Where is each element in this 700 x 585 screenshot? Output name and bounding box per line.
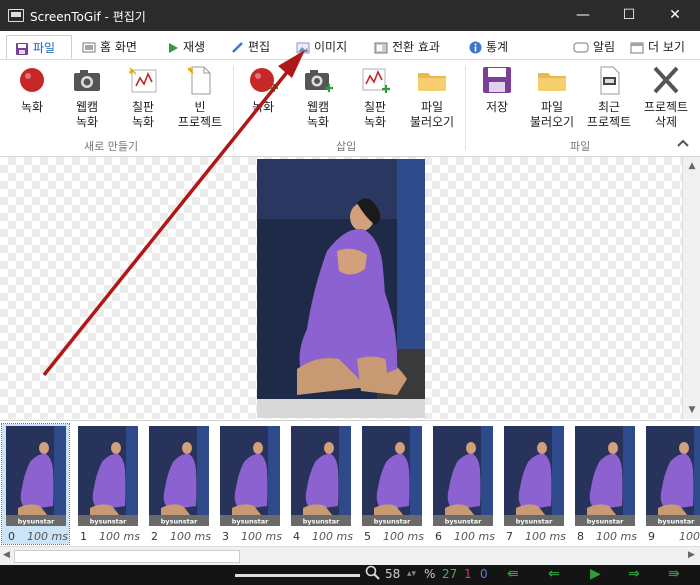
total-frames: 27 xyxy=(442,567,458,581)
frame-thumbnail[interactable]: bysunstar 8 100 ms xyxy=(571,424,638,544)
frame-thumbnail[interactable]: bysunstar9 100 r xyxy=(642,424,700,544)
frame-delay: 100 ms xyxy=(383,530,424,543)
last-frame-icon[interactable]: ⇛ xyxy=(668,566,680,582)
current-frame: 0 xyxy=(480,567,488,581)
watermark-text: bysunstar xyxy=(303,518,340,526)
previous-frame-icon[interactable]: ⇐ xyxy=(548,566,560,582)
frame-thumb-image: bysunstar xyxy=(433,426,493,526)
frame-thumb-image: bysunstar xyxy=(362,426,422,526)
horizontal-scrollbar[interactable]: ◀ ▶ xyxy=(0,546,700,565)
watermark-text: bysunstar xyxy=(161,518,198,526)
frame-thumb-image: bysunstar xyxy=(78,426,138,526)
frame-thumb-image: bysunstar xyxy=(291,426,351,526)
frame-delay: 100 ms xyxy=(596,530,637,543)
frame-number: 6 xyxy=(435,530,442,543)
frame-number: 9 xyxy=(648,530,655,543)
frame-number: 1 xyxy=(80,530,87,543)
frame-delay: 100 r xyxy=(678,530,700,543)
scroll-left-icon[interactable]: ◀ xyxy=(3,550,10,560)
first-frame-icon[interactable]: ⇚ xyxy=(507,566,519,582)
selected-frames: 1 xyxy=(464,567,472,581)
watermark-text: bysunstar xyxy=(374,518,411,526)
scroll-right-icon[interactable]: ▶ xyxy=(688,550,695,560)
frame-delay: 100 ms xyxy=(241,530,282,543)
next-frame-icon[interactable]: ⇒ xyxy=(628,566,640,582)
frame-delay: 100 ms xyxy=(454,530,495,543)
zoom-unit: % xyxy=(424,567,436,581)
frame-number: 5 xyxy=(364,530,371,543)
zoom-stepper-icon[interactable]: ▴▾ xyxy=(407,569,416,579)
zoom-icon xyxy=(365,565,381,581)
frame-delay: 100 ms xyxy=(312,530,353,543)
zoom-value[interactable]: 58 xyxy=(385,567,400,581)
frame-delay: 100 ms xyxy=(170,530,211,543)
zoom-slider[interactable] xyxy=(235,574,360,577)
watermark-text: bysunstar xyxy=(18,518,55,526)
frame-number: 3 xyxy=(222,530,229,543)
frame-strip[interactable]: bysunstar 0 100 ms bysunstar 1 100 ms bysunsta… xyxy=(0,420,700,547)
frame-number: 0 xyxy=(8,530,15,543)
frame-thumbnail[interactable]: bysunstar 7 100 ms xyxy=(500,424,567,544)
frame-delay: 100 ms xyxy=(525,530,566,543)
frame-thumbnail[interactable]: bysunstar 4 100 ms xyxy=(287,424,354,544)
watermark-text: bysunstar xyxy=(445,518,482,526)
watermark-text: bysunstar xyxy=(658,518,695,526)
frame-thumb-image: bysunstar xyxy=(149,426,209,526)
frame-thumbnail[interactable]: bysunstar 2 100 ms xyxy=(145,424,212,544)
scroll-thumb[interactable] xyxy=(14,550,240,563)
frame-thumbnail[interactable]: bysunstar 5 100 ms xyxy=(358,424,425,544)
frame-delay: 100 ms xyxy=(99,530,140,543)
frame-thumb-image: bysunstar xyxy=(6,426,66,526)
play-icon[interactable]: ▶ xyxy=(590,566,601,582)
frame-number: 2 xyxy=(151,530,158,543)
watermark-text: bysunstar xyxy=(516,518,553,526)
frame-thumbnail[interactable]: bysunstar 0 100 ms xyxy=(1,423,70,545)
watermark-text: bysunstar xyxy=(232,518,269,526)
watermark-text: bysunstar xyxy=(90,518,127,526)
frame-thumbnail[interactable]: bysunstar 3 100 ms xyxy=(216,424,283,544)
frame-number: 4 xyxy=(293,530,300,543)
frame-number: 7 xyxy=(506,530,513,543)
frame-thumb-image: bysunstar xyxy=(575,426,635,526)
frame-thumb-image: bysunstar xyxy=(220,426,280,526)
frame-thumb-image: bysunstar xyxy=(504,426,564,526)
frame-thumbnail[interactable]: bysunstar 6 100 ms xyxy=(429,424,496,544)
watermark-text: bysunstar xyxy=(587,518,624,526)
frame-thumb-image: bysunstar xyxy=(646,426,700,526)
frame-number: 8 xyxy=(577,530,584,543)
status-bar: 58 ▴▾ % 27 1 0 ⇚ ⇐ ▶ ⇒ ⇛ xyxy=(0,565,700,585)
frame-delay: 100 ms xyxy=(27,530,68,543)
frame-thumbnail[interactable]: bysunstar 1 100 ms xyxy=(74,424,141,544)
